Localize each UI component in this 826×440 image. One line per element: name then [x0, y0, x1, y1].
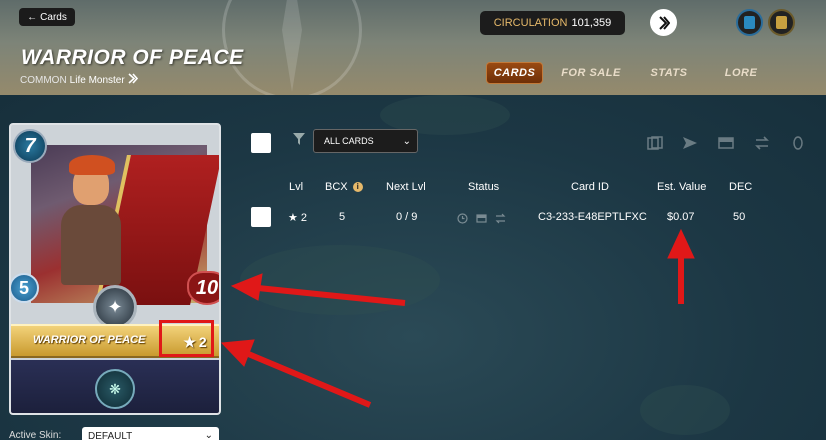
tab-stats[interactable]: STATS [639, 62, 699, 84]
tab-lore[interactable]: LORE [711, 62, 771, 84]
combine-icon[interactable] [647, 136, 663, 150]
column-header-bcx-label: BCX [325, 181, 348, 193]
card-image: 7 5 10 ✦ WARRIOR OF PEACE ★ 2 ❋ [9, 123, 221, 415]
ability-icon: ❋ [95, 369, 135, 409]
circulation-value: 101,359 [571, 17, 612, 29]
card-filter-select[interactable]: ALL CARDS ⌄ [313, 129, 418, 153]
row-checkbox[interactable] [251, 207, 271, 227]
circulation-label: CIRCULATION [493, 17, 568, 29]
market-status-icon [476, 211, 487, 229]
clock-icon [457, 211, 468, 229]
column-header-dec: DEC [729, 181, 753, 193]
tab-for-sale[interactable]: FOR SALE [546, 62, 636, 84]
column-header-status: Status [468, 181, 500, 193]
select-all-checkbox[interactable] [251, 133, 271, 153]
card-subtitle: COMMON Life Monster [20, 73, 138, 87]
row-dec: 50 [733, 211, 746, 223]
level-highlight-box [159, 320, 214, 357]
delegate-status-icon [495, 211, 506, 229]
row-status-icons [457, 211, 506, 229]
card-header: ← Cards WARRIOR OF PEACE COMMON Life Mon… [0, 0, 826, 95]
market-icon[interactable] [718, 136, 734, 150]
circulation-badge: CIRCULATION 101,359 [480, 11, 625, 35]
life-emblem-icon: ✦ [93, 285, 137, 329]
column-header-bcx: BCX i [325, 181, 363, 193]
health-badge: 10 [187, 271, 219, 305]
card-artwork [31, 145, 219, 305]
blue-deck-icon[interactable] [736, 9, 763, 36]
floating-island [640, 385, 730, 435]
filter-icon[interactable] [292, 132, 306, 151]
row-next-lvl: 0 / 9 [396, 211, 418, 223]
active-skin-value: DEFAULT [88, 430, 133, 440]
detail-tabs: CARDS FOR SALE STATS LORE [486, 62, 771, 84]
card-name: WARRIOR OF PEACE [33, 334, 146, 346]
floating-island [240, 245, 440, 315]
column-header-next-lvl: Next Lvl [386, 181, 426, 193]
hive-logo-icon [128, 73, 138, 87]
chevron-down-icon: ⌄ [402, 136, 411, 147]
rarity-label: COMMON [20, 74, 67, 86]
burn-icon[interactable] [790, 136, 806, 150]
tab-cards[interactable]: CARDS [486, 62, 543, 84]
row-lvl: ★ 2 [288, 212, 308, 224]
active-skin-label: Active Skin: [9, 430, 62, 440]
speed-badge: 5 [11, 273, 39, 303]
page-title: WARRIOR OF PEACE [21, 46, 244, 69]
warrior-hair-art [69, 155, 115, 175]
row-card-id[interactable]: C3-233-E48EPTLFXC [538, 211, 647, 223]
arrow-left-icon: ← [27, 11, 38, 23]
row-est-value: $0.07 [667, 211, 695, 223]
row-bcx: 5 [339, 211, 346, 223]
card-filter-value: ALL CARDS [324, 136, 374, 146]
info-icon[interactable]: i [352, 182, 363, 192]
gold-deck-icon[interactable] [768, 9, 795, 36]
swap-icon[interactable] [754, 136, 770, 150]
active-skin-select[interactable]: DEFAULT ⌄ [82, 427, 219, 440]
hive-icon[interactable] [650, 9, 677, 36]
chevron-down-icon: ⌄ [204, 430, 213, 440]
column-header-card-id: Card ID [571, 181, 609, 193]
transfer-icon[interactable] [682, 136, 698, 150]
back-to-cards-button[interactable]: ← Cards [19, 8, 75, 26]
column-header-est-value: Est. Value [657, 181, 707, 193]
back-label: Cards [40, 11, 67, 23]
type-label: Life Monster [69, 74, 125, 86]
mana-cost-badge: 7 [13, 129, 47, 163]
warrior-body-art [61, 205, 121, 285]
column-header-lvl: Lvl [289, 181, 304, 193]
